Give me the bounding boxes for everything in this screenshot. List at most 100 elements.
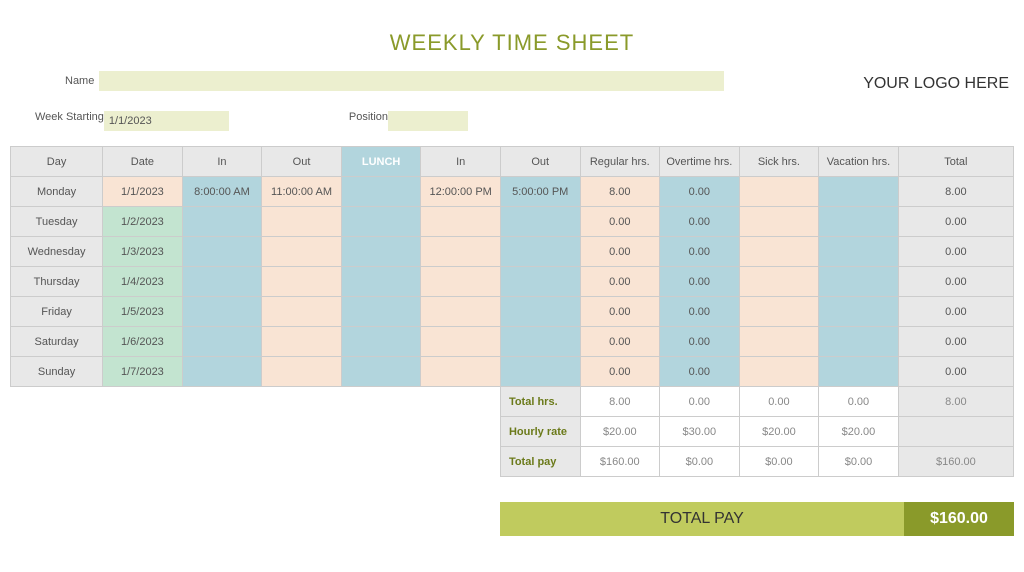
overtime-cell[interactable]: 0.00 [660, 357, 740, 387]
name-label: Name [65, 75, 94, 87]
total-hrs-regular: 8.00 [580, 387, 660, 417]
total-pay-summary-label: Total pay [500, 447, 580, 477]
total-cell[interactable]: 8.00 [898, 177, 1013, 207]
out1-cell[interactable]: 11:00:00 AM [262, 177, 342, 207]
regular-cell[interactable]: 0.00 [580, 297, 660, 327]
in2-cell[interactable] [421, 357, 501, 387]
total-cell[interactable]: 0.00 [898, 327, 1013, 357]
name-field[interactable] [99, 71, 724, 91]
regular-cell[interactable]: 0.00 [580, 267, 660, 297]
header-overtime: Overtime hrs. [660, 147, 740, 177]
day-cell[interactable]: Tuesday [11, 207, 103, 237]
vacation-cell[interactable] [819, 207, 899, 237]
regular-cell[interactable]: 0.00 [580, 327, 660, 357]
sick-cell[interactable] [739, 267, 819, 297]
date-cell[interactable]: 1/6/2023 [103, 327, 183, 357]
vacation-cell[interactable] [819, 357, 899, 387]
in2-cell[interactable] [421, 327, 501, 357]
day-cell[interactable]: Thursday [11, 267, 103, 297]
out2-cell[interactable] [500, 297, 580, 327]
overtime-cell[interactable]: 0.00 [660, 267, 740, 297]
in2-cell[interactable] [421, 237, 501, 267]
total-hrs-overtime: 0.00 [660, 387, 740, 417]
out2-cell[interactable] [500, 237, 580, 267]
total-pay-overtime: $0.00 [660, 447, 740, 477]
hourly-rate-row: Hourly rate $20.00 $30.00 $20.00 $20.00 [11, 417, 1014, 447]
day-cell[interactable]: Sunday [11, 357, 103, 387]
sick-cell[interactable] [739, 177, 819, 207]
overtime-cell[interactable]: 0.00 [660, 237, 740, 267]
vacation-cell[interactable] [819, 267, 899, 297]
out1-cell[interactable] [262, 357, 342, 387]
out2-cell[interactable] [500, 207, 580, 237]
out2-cell[interactable]: 5:00:00 PM [500, 177, 580, 207]
out1-cell[interactable] [262, 297, 342, 327]
in2-cell[interactable] [421, 267, 501, 297]
day-cell[interactable]: Friday [11, 297, 103, 327]
lunch-cell[interactable] [341, 357, 421, 387]
in1-cell[interactable] [182, 327, 262, 357]
total-cell[interactable]: 0.00 [898, 237, 1013, 267]
day-cell[interactable]: Monday [11, 177, 103, 207]
date-cell[interactable]: 1/5/2023 [103, 297, 183, 327]
overtime-cell[interactable]: 0.00 [660, 177, 740, 207]
overtime-cell[interactable]: 0.00 [660, 207, 740, 237]
date-cell[interactable]: 1/1/2023 [103, 177, 183, 207]
date-cell[interactable]: 1/3/2023 [103, 237, 183, 267]
position-field[interactable] [388, 111, 468, 131]
sick-cell[interactable] [739, 237, 819, 267]
total-cell[interactable]: 0.00 [898, 297, 1013, 327]
sick-cell[interactable] [739, 327, 819, 357]
in2-cell[interactable] [421, 297, 501, 327]
sick-cell[interactable] [739, 207, 819, 237]
total-hrs-sick: 0.00 [739, 387, 819, 417]
out2-cell[interactable] [500, 357, 580, 387]
date-cell[interactable]: 1/2/2023 [103, 207, 183, 237]
vacation-cell[interactable] [819, 327, 899, 357]
total-pay-total: $160.00 [898, 447, 1013, 477]
vacation-cell[interactable] [819, 297, 899, 327]
lunch-cell[interactable] [341, 267, 421, 297]
vacation-cell[interactable] [819, 237, 899, 267]
week-starting-field[interactable]: 1/1/2023 [104, 111, 229, 131]
in1-cell[interactable] [182, 297, 262, 327]
date-cell[interactable]: 1/4/2023 [103, 267, 183, 297]
position-label: Position [349, 111, 388, 131]
hourly-rate-overtime: $30.00 [660, 417, 740, 447]
in2-cell[interactable] [421, 207, 501, 237]
date-cell[interactable]: 1/7/2023 [103, 357, 183, 387]
vacation-cell[interactable] [819, 177, 899, 207]
lunch-cell[interactable] [341, 177, 421, 207]
lunch-cell[interactable] [341, 327, 421, 357]
overtime-cell[interactable]: 0.00 [660, 327, 740, 357]
in1-cell[interactable] [182, 237, 262, 267]
total-cell[interactable]: 0.00 [898, 267, 1013, 297]
out2-cell[interactable] [500, 327, 580, 357]
out2-cell[interactable] [500, 267, 580, 297]
regular-cell[interactable]: 8.00 [580, 177, 660, 207]
out1-cell[interactable] [262, 237, 342, 267]
lunch-cell[interactable] [341, 237, 421, 267]
in1-cell[interactable]: 8:00:00 AM [182, 177, 262, 207]
out1-cell[interactable] [262, 207, 342, 237]
day-cell[interactable]: Wednesday [11, 237, 103, 267]
total-cell[interactable]: 0.00 [898, 357, 1013, 387]
lunch-cell[interactable] [341, 297, 421, 327]
regular-cell[interactable]: 0.00 [580, 357, 660, 387]
out1-cell[interactable] [262, 327, 342, 357]
sick-cell[interactable] [739, 357, 819, 387]
in1-cell[interactable] [182, 207, 262, 237]
regular-cell[interactable]: 0.00 [580, 237, 660, 267]
sick-cell[interactable] [739, 297, 819, 327]
grand-total-bar: TOTAL PAY $160.00 [500, 502, 1014, 536]
day-cell[interactable]: Saturday [11, 327, 103, 357]
total-pay-sick: $0.00 [739, 447, 819, 477]
out1-cell[interactable] [262, 267, 342, 297]
lunch-cell[interactable] [341, 207, 421, 237]
regular-cell[interactable]: 0.00 [580, 207, 660, 237]
in1-cell[interactable] [182, 357, 262, 387]
in2-cell[interactable]: 12:00:00 PM [421, 177, 501, 207]
in1-cell[interactable] [182, 267, 262, 297]
overtime-cell[interactable]: 0.00 [660, 297, 740, 327]
total-cell[interactable]: 0.00 [898, 207, 1013, 237]
